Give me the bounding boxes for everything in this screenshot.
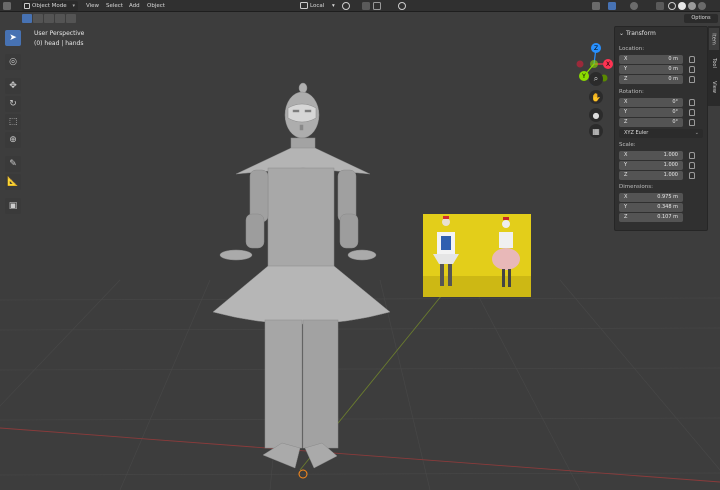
tool-shelf: ➤ ◎ ✥ ↻ ⬚ ⊕ ✎ 📐 ▣ xyxy=(5,30,23,216)
viewport-header: Object Mode ▾ View Select Add Object Loc… xyxy=(0,0,720,12)
lock-icon[interactable] xyxy=(689,162,695,169)
zoom-icon[interactable]: ⌕ xyxy=(589,72,603,86)
gizmo-toggle-icon[interactable] xyxy=(608,2,616,10)
panel-header[interactable]: ⌄ Transform xyxy=(619,30,656,37)
add-cube-icon[interactable]: ▣ xyxy=(5,198,21,214)
editor-type-icon[interactable] xyxy=(3,2,11,10)
menu-view[interactable]: View xyxy=(86,1,99,11)
lock-icon[interactable] xyxy=(689,172,695,179)
lock-icon[interactable] xyxy=(689,66,695,73)
scale-icon[interactable]: ⬚ xyxy=(5,114,21,130)
lock-icon[interactable] xyxy=(689,56,695,63)
select-mode-extend-icon[interactable] xyxy=(33,14,43,23)
location-z-field[interactable]: Z0 m xyxy=(619,75,683,84)
rendered-shading-icon[interactable] xyxy=(698,2,706,10)
scale-label: Scale: xyxy=(619,142,636,148)
viewport-object-info: (0) head | hands xyxy=(34,40,84,47)
grid-icon[interactable]: ▦ xyxy=(589,124,603,138)
dimensions-x-field[interactable]: X 0.975 m xyxy=(619,193,683,202)
orientation-selector[interactable]: Local xyxy=(310,1,324,11)
transform-panel: ⌄ Transform Location: X0 m Y0 m Z0 m Rot… xyxy=(614,26,708,231)
tab-item[interactable]: Item xyxy=(709,28,719,50)
move-icon[interactable]: ✥ xyxy=(5,78,21,94)
reference-photo xyxy=(423,214,531,297)
lock-icon[interactable] xyxy=(689,109,695,116)
measure-icon[interactable]: 📐 xyxy=(5,174,21,190)
panel-title: Transform xyxy=(625,30,656,37)
object-mode-icon xyxy=(24,3,30,9)
gizmo-z-label: Z xyxy=(594,45,598,52)
mode-selector[interactable]: Object Mode ▾ xyxy=(22,1,78,11)
scale-x-field[interactable]: X 1.000 xyxy=(619,151,683,160)
gizmo-x-label: X xyxy=(606,61,610,68)
sidebar-tabs: Item Tool View xyxy=(708,26,720,106)
viewport-title: User Perspective xyxy=(34,30,85,37)
dimensions-label: Dimensions: xyxy=(619,184,653,190)
solid-shading-icon[interactable] xyxy=(678,2,686,10)
transform-orientation-icon xyxy=(300,2,308,9)
snap-target-icon[interactable] xyxy=(373,2,381,10)
select-box-icon[interactable]: ➤ xyxy=(5,30,21,46)
lock-icon[interactable] xyxy=(689,99,695,106)
select-mode-subtract-icon[interactable] xyxy=(44,14,54,23)
rotation-z-field[interactable]: Z 0° xyxy=(619,118,683,127)
chevron-down-icon: ⌄ xyxy=(694,130,699,136)
hand-icon[interactable]: ✋ xyxy=(589,90,603,104)
visibility-icon[interactable] xyxy=(592,2,600,10)
location-y-field[interactable]: Y0 m xyxy=(619,65,683,74)
location-x-field[interactable]: X0 m xyxy=(619,55,683,64)
rotation-y-field[interactable]: Y 0° xyxy=(619,108,683,117)
menu-object[interactable]: Object xyxy=(147,1,165,11)
rotation-mode-select[interactable]: XYZ Euler ⌄ xyxy=(619,129,703,138)
annotate-icon[interactable]: ✎ xyxy=(5,156,21,172)
chevron-down-icon: ▾ xyxy=(72,3,75,9)
reference-image[interactable] xyxy=(423,214,531,297)
snap-icon[interactable] xyxy=(362,2,370,10)
select-mode-group xyxy=(22,14,76,23)
material-shading-icon[interactable] xyxy=(688,2,696,10)
mode-label: Object Mode xyxy=(32,3,67,9)
rotate-icon[interactable]: ↻ xyxy=(5,96,21,112)
lock-icon[interactable] xyxy=(689,152,695,159)
tab-view[interactable]: View xyxy=(709,76,719,98)
lock-icon[interactable] xyxy=(689,119,695,126)
menu-add[interactable]: Add xyxy=(129,1,140,11)
select-mode-intersect-icon[interactable] xyxy=(66,14,76,23)
pivot-icon[interactable] xyxy=(342,2,350,10)
lock-icon[interactable] xyxy=(689,76,695,83)
options-button[interactable]: Options xyxy=(684,14,718,23)
proportional-edit-icon[interactable] xyxy=(398,2,406,10)
mannequin-model[interactable] xyxy=(212,82,391,469)
rotation-x-field[interactable]: X 0° xyxy=(619,98,683,107)
scale-y-field[interactable]: Y 1.000 xyxy=(619,161,683,170)
menu-select[interactable]: Select xyxy=(106,1,123,11)
select-mode-new-icon[interactable] xyxy=(22,14,32,23)
select-mode-invert-icon[interactable] xyxy=(55,14,65,23)
rotation-label: Rotation: xyxy=(619,89,644,95)
scale-z-field[interactable]: Z 1.000 xyxy=(619,171,683,180)
wireframe-shading-icon[interactable] xyxy=(668,2,676,10)
dimensions-z-field[interactable]: Z 0.107 m xyxy=(619,213,683,222)
location-label: Location: xyxy=(619,46,645,52)
chevron-down-icon: ▾ xyxy=(332,3,335,9)
dimensions-y-field[interactable]: Y 0.348 m xyxy=(619,203,683,212)
overlay-icon[interactable] xyxy=(630,2,638,10)
3d-viewport[interactable]: User Perspective (0) head | hands X Z Y … xyxy=(0,12,720,490)
xray-icon[interactable] xyxy=(656,2,664,10)
cursor-icon[interactable]: ◎ xyxy=(5,54,21,70)
camera-icon[interactable]: ● xyxy=(589,108,603,122)
chevron-down-icon: ⌄ xyxy=(619,30,626,37)
tab-tool[interactable]: Tool xyxy=(709,52,719,74)
transform-icon[interactable]: ⊕ xyxy=(5,132,21,148)
gizmo-y-label: Y xyxy=(581,73,586,80)
